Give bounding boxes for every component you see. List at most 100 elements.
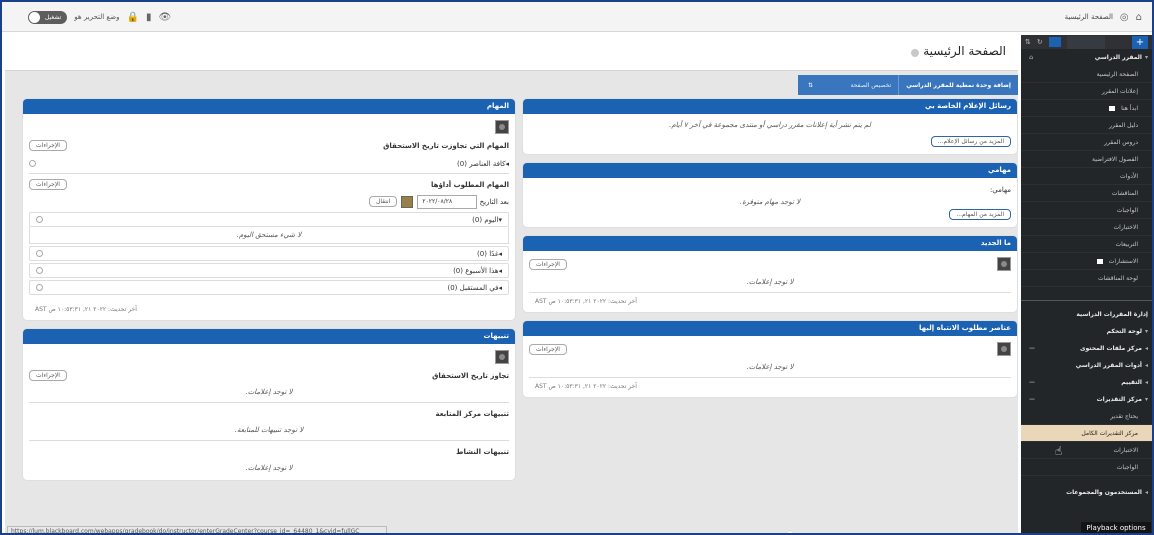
grade-center-item[interactable]: الاختبارات [1021, 442, 1152, 459]
sidebar-item[interactable]: الاختبارات [1021, 219, 1152, 236]
grade-center-header[interactable]: ▾ مركز التقديرات — [1021, 391, 1152, 408]
page-options-icon[interactable] [911, 48, 920, 57]
sidebar-item[interactable]: لوحة المناقشات [1021, 270, 1152, 287]
dash-icon: — [1029, 345, 1035, 352]
sidebar-item[interactable]: الفصول الافتراضية [1021, 151, 1152, 168]
right-column: رسائل الإعلام الخاصة بي لم يتم نشر أية إ… [523, 99, 1017, 406]
control-panel-header[interactable]: ▾ لوحة التحكم [1021, 323, 1152, 340]
today-count: (0) [472, 215, 483, 224]
add-menu-item-button[interactable]: + [1132, 35, 1148, 49]
actions-button[interactable]: الإجراءات [29, 370, 67, 381]
future-label: في المستقبل [459, 283, 499, 292]
content-collection-label: مركز ملفات المحتوى [1080, 345, 1142, 352]
this-week-row[interactable]: ◂ هذا الأسبوع (0) [29, 263, 509, 278]
module-title[interactable]: مهامي [523, 163, 1017, 178]
tomorrow-count: (0) [477, 249, 487, 258]
control-panel-label: لوحة التحكم [1106, 328, 1142, 335]
sidebar-item[interactable]: الاستشارات [1021, 253, 1152, 270]
add-module-button[interactable]: إضافة وحدة نمطية للمقرر الدراسي [898, 75, 1018, 95]
sidebar-item-label: ابدأ هنا [1121, 104, 1138, 112]
actions-button[interactable]: الإجراءات [529, 343, 567, 355]
grade-center-item[interactable]: مركز التقديرات الكامل [1021, 425, 1152, 442]
module-title[interactable]: عناصر مطلوب الانتباه إليها [523, 321, 1017, 336]
playback-options-button[interactable]: Playback options [1081, 522, 1151, 533]
course-title[interactable]: ▾ المقرر الدراسي ⌂ [1021, 49, 1152, 66]
needs-attention-module: عناصر مطلوب الانتباه إليها الإجراءات لا … [523, 321, 1017, 397]
sidebar-item[interactable]: إعلانات المقرر [1021, 83, 1152, 100]
this-week-count: (0) [453, 266, 463, 275]
folder-icon[interactable] [1048, 37, 1061, 47]
last-updated: آخر تحديث: ٢٠٢٢ ٢١, ١٠:٥٣:٣١ ص AST [535, 383, 637, 390]
top-toolbar: ⌂ ◎ الصفحة الرئيسية 👁 ▮ 🔒 وضع التحرير هو… [2, 2, 1152, 32]
menu-toolbar: ⇅ ↻ + [1021, 35, 1152, 49]
date-input[interactable]: ٢٠٢٢/٠٨/٢٨ [417, 194, 478, 209]
content-collection-item[interactable]: ◂ مركز ملفات المحتوى — [1021, 340, 1152, 357]
sidebar-item[interactable]: التربيعات [1021, 236, 1152, 253]
book-icon[interactable]: ▮ [146, 12, 152, 23]
today-row[interactable]: ▾ اليوم (0) [29, 212, 509, 227]
nothing-due-message: لا شيء مستحق اليوم. [29, 227, 509, 244]
module-title[interactable]: رسائل الإعلام الخاصة بي [523, 99, 1017, 114]
grade-center-item-label: مركز التقديرات الكامل [1081, 429, 1138, 437]
last-updated: آخر تحديث: ٢٠٢٢ ٢١, ١٠:٥٣:٣١ ص AST [35, 306, 137, 313]
info-icon [36, 267, 43, 274]
sidebar-item-label: إعلانات المقرر [1101, 87, 1138, 95]
evaluation-item[interactable]: ◂ التقييم — [1021, 374, 1152, 391]
expand-icon: ◂ [505, 159, 509, 168]
module-title[interactable]: تنبيهات [23, 329, 515, 344]
sidebar-item-label: دروس المقرر [1104, 138, 1138, 146]
sidebar-item[interactable]: الواجبات [1021, 202, 1152, 219]
sidebar-item[interactable]: دروس المقرر [1021, 134, 1152, 151]
info-icon [36, 216, 43, 223]
sidebar-item-label: التربيعات [1115, 240, 1138, 248]
tomorrow-row[interactable]: ◂ غدًا (0) [29, 246, 509, 261]
dash-icon: — [1029, 396, 1035, 403]
customize-page-button[interactable]: تخصيص الصفحة [844, 75, 899, 95]
edit-mode-group: 👁 ▮ 🔒 وضع التحرير هو تشغيل [28, 2, 171, 32]
sort-icon[interactable]: ⇅ [798, 75, 820, 95]
actions-button[interactable]: الإجراءات [29, 140, 67, 151]
browser-window: ⌂ ◎ الصفحة الرئيسية 👁 ▮ 🔒 وضع التحرير هو… [0, 0, 1154, 535]
sidebar-item[interactable]: الصفحة الرئيسية [1021, 66, 1152, 83]
future-count: (0) [447, 283, 458, 292]
sidebar-item[interactable]: المناقشات [1021, 185, 1152, 202]
eye-icon[interactable]: 👁 [158, 12, 171, 23]
future-row[interactable]: ◂ في المستقبل (0) [29, 280, 509, 295]
main-content: الصفحة الرئيسية إضافة وحدة نمطية للمقرر … [5, 35, 1018, 533]
course-tools-item[interactable]: ◂ أدوات المقرر الدراسي [1021, 357, 1152, 374]
whats-new-module: ما الجديد الإجراءات لا توجد إعلامات. آخر… [523, 236, 1017, 312]
actions-button[interactable]: الإجراءات [529, 258, 567, 270]
home-icon[interactable]: ⌂ [1136, 12, 1142, 23]
tasks-label: مهامي: [989, 185, 1011, 194]
sort-icon[interactable]: ⇅ [1025, 38, 1031, 46]
expand-icon: ◂ [1144, 362, 1148, 369]
calendar-icon[interactable] [401, 195, 414, 208]
all-items-label: كافة العناصر [469, 159, 506, 168]
sidebar-item[interactable]: الأدوات [1021, 168, 1152, 185]
edit-mode-toggle[interactable]: تشغيل [28, 10, 68, 24]
empty-message: لا توجد إعلامات. [746, 363, 794, 371]
refresh-icon[interactable]: ↻ [1037, 38, 1043, 46]
empty-message: لا توجد مهام متوفرة. [739, 198, 801, 206]
page-header: الصفحة الرئيسية [5, 35, 1018, 71]
more-tasks-button[interactable]: المزيد من المهام... [949, 209, 1011, 220]
module-title[interactable]: المهام [23, 99, 515, 114]
sidebar-item[interactable]: دليل المقرر [1021, 117, 1152, 134]
today-label: اليوم [484, 215, 499, 224]
action-bar: إضافة وحدة نمطية للمقرر الدراسي تخصيص ال… [798, 75, 1018, 95]
all-items-row[interactable]: ◂ كافة العناصر (0) [29, 156, 509, 171]
sidebar-item[interactable]: ابدأ هنا [1021, 100, 1152, 117]
breadcrumb-home[interactable]: الصفحة الرئيسية [1065, 13, 1113, 21]
this-week-label: هذا الأسبوع [465, 266, 499, 275]
sidebar-item-label: المناقشات [1111, 189, 1138, 197]
go-button[interactable]: انتقال [368, 196, 398, 207]
grade-center-item[interactable]: يحتاج تقدير [1021, 408, 1152, 425]
actions-button[interactable]: الإجراءات [29, 179, 67, 190]
sidebar-item-label: الصفحة الرئيسية [1096, 70, 1138, 78]
management-title: إدارة المقررات الدراسية [1076, 311, 1148, 318]
module-title[interactable]: ما الجديد [523, 236, 1017, 251]
users-groups-item[interactable]: ◂ المستخدمون والمجموعات [1021, 484, 1152, 501]
more-announcements-button[interactable]: المزيد من رسائل الإعلام... [930, 136, 1011, 147]
grade-center-label: مركز التقديرات [1096, 396, 1142, 403]
grade-center-item[interactable]: الواجبات [1021, 459, 1152, 476]
